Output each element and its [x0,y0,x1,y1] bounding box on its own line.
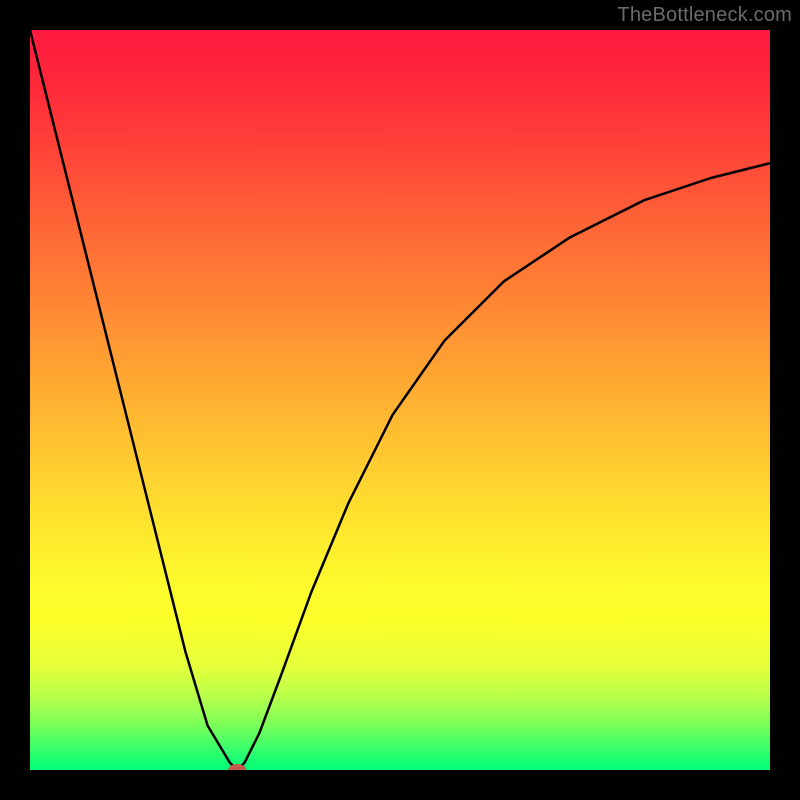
plot-area [30,30,770,770]
curve-svg [30,30,770,770]
chart-container: TheBottleneck.com [0,0,800,800]
attribution-text: TheBottleneck.com [617,4,792,27]
bottleneck-curve-path [30,30,770,770]
